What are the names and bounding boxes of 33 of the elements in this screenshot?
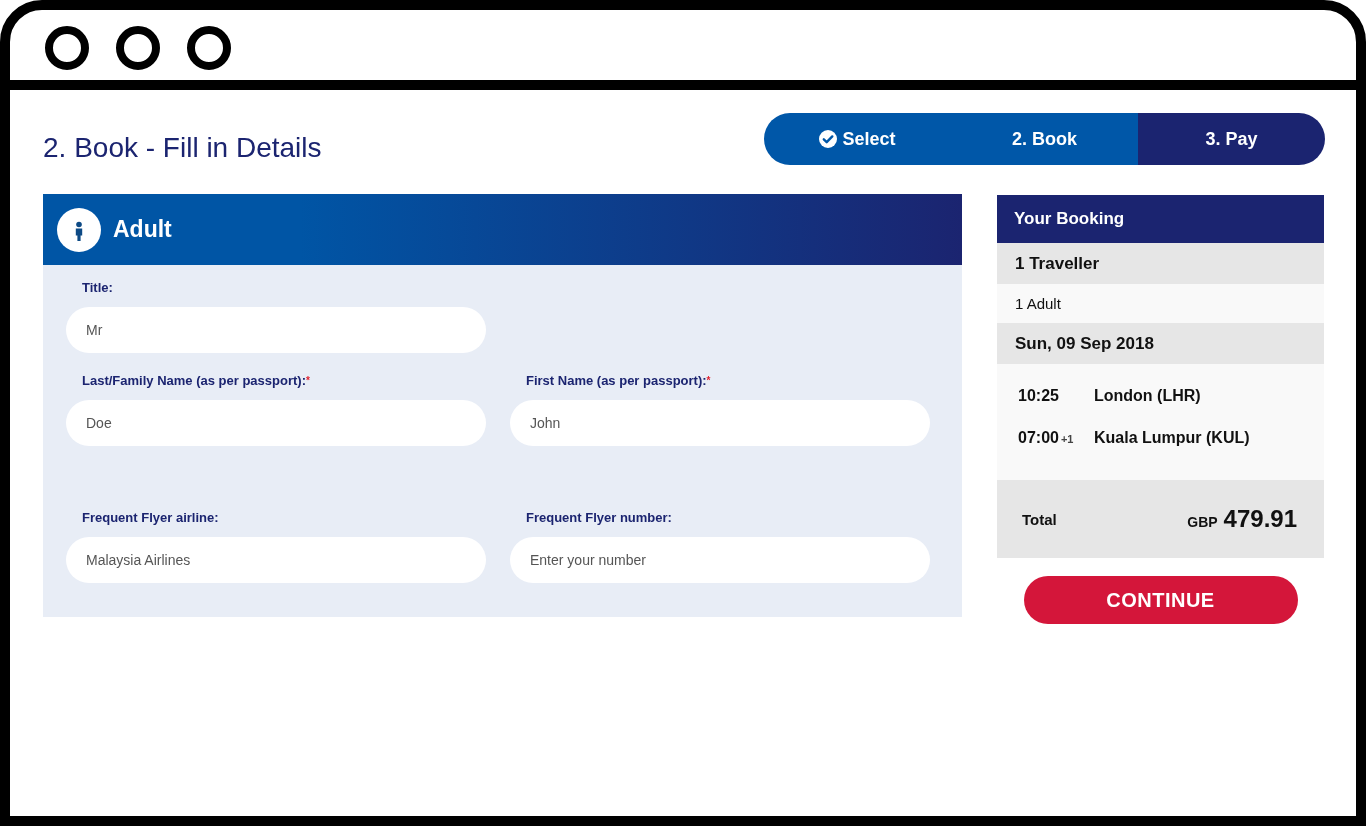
person-icon [57,207,101,252]
page-title: 2. Book - Fill in Details [43,131,322,165]
currency-code: GBP [1187,514,1218,530]
field-label: Frequent Flyer airline: [82,510,219,526]
flight-time: 07:00 [1018,428,1059,447]
flight-time: 10:25 [1018,386,1059,405]
text-input[interactable]: Mr [66,307,486,353]
travel-date: Sun, 09 Sep 2018 [997,323,1324,364]
passenger-type-title: Adult [113,216,172,243]
window-control-icon[interactable] [116,26,160,70]
text-input[interactable]: Enter your number [510,537,930,583]
check-circle-icon [819,130,838,148]
text-input[interactable]: John [510,400,930,446]
field-label: First Name (as per passport):* [526,373,711,389]
flight-place: London (LHR) [1094,386,1201,405]
window-control-icon[interactable] [45,26,89,70]
progress-step: Select [764,113,951,165]
total-amount: 479.91 [1223,505,1297,533]
field-label: Frequent Flyer number: [526,510,672,526]
progress-step: 3. Pay [1138,113,1325,165]
day-offset: +1 [1060,432,1074,445]
total-label: Total [1022,510,1057,528]
field-label: Last/Family Name (as per passport):* [82,373,310,389]
passenger-count: 1 Adult [997,284,1324,323]
text-input[interactable]: Malaysia Airlines [66,537,486,583]
traveller-count: 1 Traveller [997,243,1324,284]
text-input[interactable]: Doe [66,400,486,446]
field-label: Title: [82,280,113,296]
continue-button[interactable]: CONTINUE [1023,576,1298,624]
summary-title: Your Booking [997,195,1324,243]
progress-step: 2. Book [951,113,1138,165]
window-control-icon[interactable] [187,26,231,70]
flight-place: Kuala Lumpur (KUL) [1094,428,1250,447]
